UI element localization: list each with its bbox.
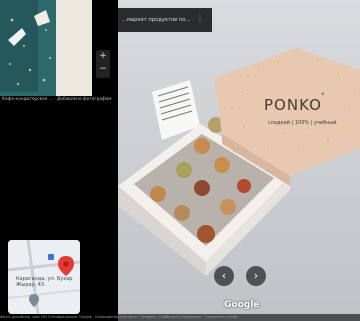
transit-icon (48, 254, 54, 260)
brand-tagline: сладкий | 100% | учебный (268, 119, 337, 126)
previous-photo-button[interactable]: ‹ (214, 266, 234, 286)
next-photo-button[interactable]: › (246, 266, 266, 286)
thumbnail-image (0, 0, 92, 96)
google-logo: Google (224, 300, 260, 310)
photo-scene: PONKO ° сладкий | 100% | учебный (118, 0, 360, 321)
zoom-in-button[interactable]: + (96, 50, 110, 63)
thumbnail-caption: Кафе-кондитерская ... · Добавлено фотогр… (2, 97, 112, 102)
zoom-control[interactable]: + − (96, 50, 110, 78)
mini-map-address: Караганда, ул. Бухар Жырау, 43 (16, 276, 73, 288)
more-options-icon[interactable]: ⋮ (196, 14, 204, 24)
brand-logo: PONKO (264, 96, 322, 114)
footer-bar: Фото: дизайнер, май 2023 Изображение: Go… (0, 314, 360, 321)
photo-thumbnail[interactable] (0, 0, 92, 96)
zoom-out-button[interactable]: − (96, 63, 110, 76)
street-view-photo[interactable]: PONKO ° сладкий | 100% | учебный (118, 0, 360, 321)
brand-mark: ° (321, 92, 325, 100)
